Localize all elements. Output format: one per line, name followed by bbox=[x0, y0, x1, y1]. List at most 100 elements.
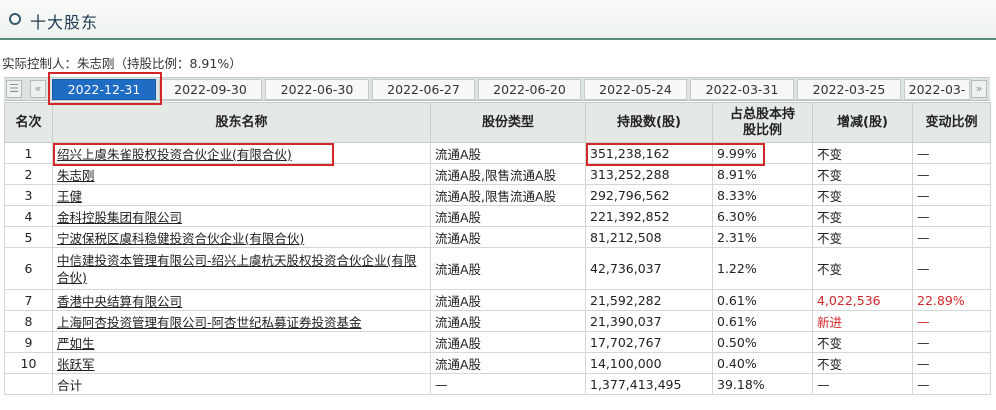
shareholder-link[interactable]: 严如生 bbox=[57, 336, 95, 351]
type-cell: 流通A股 bbox=[430, 352, 586, 374]
type-cell: 流通A股 bbox=[430, 331, 586, 353]
actual-controller-info: 实际控制人：朱志刚（持股比例：8.91%） bbox=[2, 56, 242, 71]
tab-2022-06-27[interactable]: 2022-06-27 bbox=[372, 79, 475, 100]
table-row: 1 绍兴上虞朱雀股权投资合伙企业(有限合伙) 流通A股 351,238,162 … bbox=[4, 142, 991, 164]
change-ratio-cell: — bbox=[912, 205, 991, 227]
shares-cell: 21,390,037 bbox=[585, 310, 713, 332]
change-ratio-cell: — bbox=[912, 310, 991, 332]
shares-cell: 81,212,508 bbox=[585, 226, 713, 248]
shareholder-link[interactable]: 绍兴上虞朱雀股权投资合伙企业(有限合伙) bbox=[57, 147, 292, 162]
scroll-left-icon[interactable]: « bbox=[30, 80, 46, 98]
tab-2022-09-30[interactable]: 2022-09-30 bbox=[159, 79, 262, 100]
table-row: 3 王健 流通A股,限售流通A股 292,796,562 8.33% 不变 — bbox=[4, 184, 991, 206]
ratio-cell: 6.30% bbox=[712, 205, 813, 227]
table-row: 9 严如生 流通A股 17,702,767 0.50% 不变 — bbox=[4, 331, 991, 353]
ratio-cell: 0.40% bbox=[712, 352, 813, 374]
shareholder-link[interactable]: 金科控股集团有限公司 bbox=[57, 210, 182, 225]
column-header-shares: 持股数(股) bbox=[585, 102, 713, 143]
shareholder-link[interactable]: 王健 bbox=[57, 189, 82, 204]
name-cell: 中信建投资本管理有限公司-绍兴上虞杭天股权投资合伙企业(有限合伙) bbox=[52, 247, 431, 290]
change-ratio-cell: — bbox=[912, 352, 991, 374]
name-cell: 香港中央结算有限公司 bbox=[52, 289, 431, 311]
total-ratio-cell: 39.18% bbox=[712, 373, 813, 395]
change-cell: 不变 bbox=[812, 331, 913, 353]
section-header: 十大股东 bbox=[0, 0, 996, 40]
shareholder-link[interactable]: 宁波保税区虞科稳健投资合伙企业(有限合伙) bbox=[57, 231, 304, 246]
change-cell: 不变 bbox=[812, 163, 913, 185]
change-cell: 不变 bbox=[812, 142, 913, 164]
table-row: 6 中信建投资本管理有限公司-绍兴上虞杭天股权投资合伙企业(有限合伙) 流通A股… bbox=[4, 247, 991, 290]
change-ratio-cell: — bbox=[912, 163, 991, 185]
rank-cell: 6 bbox=[4, 247, 53, 290]
rank-cell: 3 bbox=[4, 184, 53, 206]
table-header-row: 名次 股东名称 股份类型 持股数(股) 占总股本持 股比例 增减(股) 变动比例 bbox=[4, 102, 991, 143]
type-cell: 流通A股 bbox=[430, 247, 586, 290]
type-cell: 流通A股,限售流通A股 bbox=[430, 184, 586, 206]
rank-cell: 7 bbox=[4, 289, 53, 311]
ratio-cell: 0.61% bbox=[712, 289, 813, 311]
list-icon[interactable]: ☰ bbox=[6, 80, 22, 98]
column-header-change-ratio: 变动比例 bbox=[912, 102, 991, 143]
tab-2022-06-30[interactable]: 2022-06-30 bbox=[265, 79, 369, 100]
name-cell: 张跃军 bbox=[52, 352, 431, 374]
ratio-cell: 0.61% bbox=[712, 310, 813, 332]
scroll-right-icon[interactable]: » bbox=[971, 80, 987, 98]
rank-cell: 5 bbox=[4, 226, 53, 248]
ratio-cell: 8.33% bbox=[712, 184, 813, 206]
type-cell: 流通A股 bbox=[430, 226, 586, 248]
tab-2022-03-31[interactable]: 2022-03-31 bbox=[690, 79, 794, 100]
name-cell: 宁波保税区虞科稳健投资合伙企业(有限合伙) bbox=[52, 226, 431, 248]
rank-cell: 9 bbox=[4, 331, 53, 353]
rank-cell: 2 bbox=[4, 163, 53, 185]
change-cell: 不变 bbox=[812, 205, 913, 227]
change-ratio-cell: — bbox=[912, 142, 991, 164]
table-row: 7 香港中央结算有限公司 流通A股 21,592,282 0.61% 4,022… bbox=[4, 289, 991, 311]
table-row: 4 金科控股集团有限公司 流通A股 221,392,852 6.30% 不变 — bbox=[4, 205, 991, 227]
ratio-cell: 2.31% bbox=[712, 226, 813, 248]
table-row: 8 上海阿杏投资管理有限公司-阿杏世纪私募证券投资基金 流通A股 21,390,… bbox=[4, 310, 991, 332]
change-ratio-cell: — bbox=[912, 247, 991, 290]
shares-cell: 14,100,000 bbox=[585, 352, 713, 374]
type-cell: 流通A股 bbox=[430, 205, 586, 227]
type-cell: 流通A股,限售流通A股 bbox=[430, 163, 586, 185]
circle-bullet-icon bbox=[9, 13, 21, 25]
change-cell: 4,022,536 bbox=[812, 289, 913, 311]
ratio-cell: 9.99% bbox=[712, 142, 813, 164]
total-change-cell: — bbox=[812, 373, 913, 395]
shares-cell: 42,736,037 bbox=[585, 247, 713, 290]
ratio-cell: 8.91% bbox=[712, 163, 813, 185]
rank-cell: 10 bbox=[4, 352, 53, 374]
name-cell: 金科控股集团有限公司 bbox=[52, 205, 431, 227]
tab-2022-12-31[interactable]: 2022-12-31 bbox=[52, 79, 156, 100]
tab-2022-05-24[interactable]: 2022-05-24 bbox=[584, 79, 687, 100]
shareholder-link[interactable]: 朱志刚 bbox=[57, 168, 95, 183]
rank-cell: 4 bbox=[4, 205, 53, 227]
table-row: 10 张跃军 流通A股 14,100,000 0.40% 不变 — bbox=[4, 352, 991, 374]
total-shares-cell: 1,377,413,495 bbox=[585, 373, 713, 395]
column-header-rank: 名次 bbox=[4, 102, 53, 143]
change-cell: 不变 bbox=[812, 184, 913, 206]
shareholder-link[interactable]: 中信建投资本管理有限公司-绍兴上虞杭天股权投资合伙企业(有限合伙) bbox=[57, 253, 416, 285]
rank-cell: 8 bbox=[4, 310, 53, 332]
change-ratio-cell: — bbox=[912, 331, 991, 353]
shareholder-link[interactable]: 香港中央结算有限公司 bbox=[57, 294, 182, 309]
total-type-cell: — bbox=[430, 373, 586, 395]
shareholder-link[interactable]: 张跃军 bbox=[57, 357, 95, 372]
shares-cell: 17,702,767 bbox=[585, 331, 713, 353]
shares-cell: 351,238,162 bbox=[585, 142, 713, 164]
change-ratio-cell: — bbox=[912, 226, 991, 248]
shareholder-link[interactable]: 上海阿杏投资管理有限公司-阿杏世纪私募证券投资基金 bbox=[57, 315, 362, 330]
column-header-change: 增减(股) bbox=[812, 102, 913, 143]
ratio-header-line2: 股比例 bbox=[742, 122, 782, 138]
tab-2022-03-25[interactable]: 2022-03-25 bbox=[797, 79, 901, 100]
tab-2022-06-20[interactable]: 2022-06-20 bbox=[478, 79, 581, 100]
type-cell: 流通A股 bbox=[430, 142, 586, 164]
column-header-type: 股份类型 bbox=[430, 102, 586, 143]
report-date-tabs: ☰ « 2022-12-31 2022-09-30 2022-06-30 202… bbox=[4, 77, 990, 101]
name-cell: 严如生 bbox=[52, 331, 431, 353]
change-ratio-cell: — bbox=[912, 184, 991, 206]
name-cell: 上海阿杏投资管理有限公司-阿杏世纪私募证券投资基金 bbox=[52, 310, 431, 332]
ratio-header-line1: 占总股本持 bbox=[729, 106, 795, 122]
top-ten-shareholders-table: 名次 股东名称 股份类型 持股数(股) 占总股本持 股比例 增减(股) 变动比例 … bbox=[4, 102, 991, 395]
tab-2022-03-partial[interactable]: 2022-03- bbox=[904, 79, 970, 100]
